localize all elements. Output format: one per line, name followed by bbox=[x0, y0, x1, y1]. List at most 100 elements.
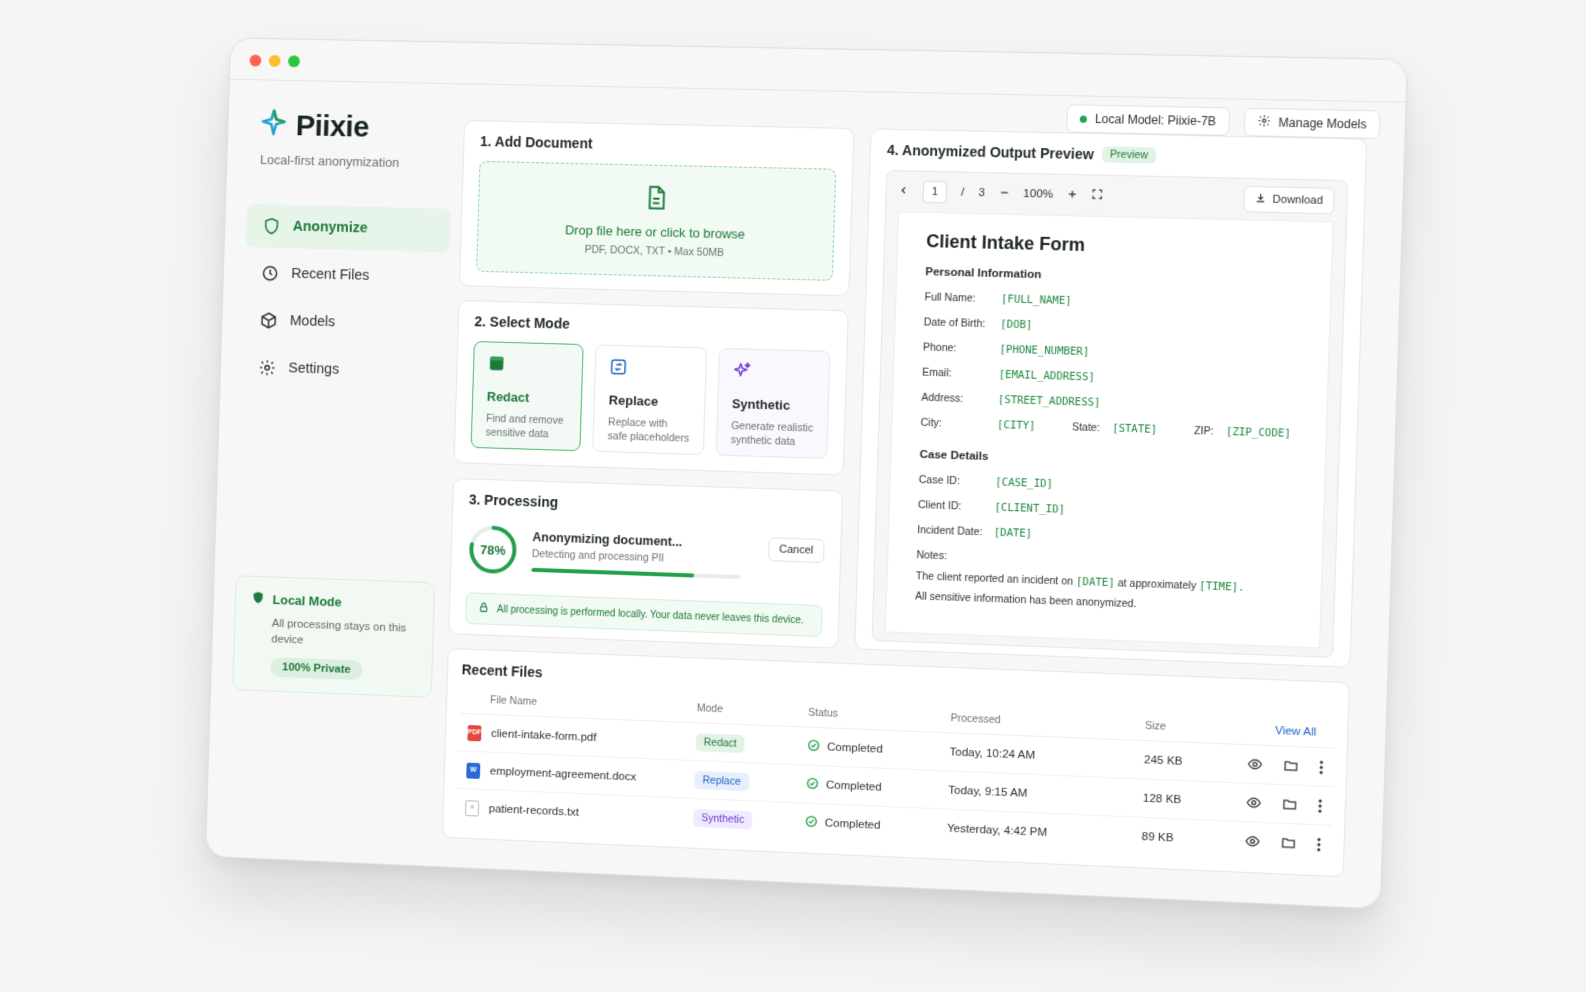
field-label: Incident Date: bbox=[917, 523, 983, 538]
cancel-button[interactable]: Cancel bbox=[767, 537, 825, 564]
status-text: Completed bbox=[825, 778, 882, 794]
download-label: Download bbox=[1272, 193, 1324, 207]
file-document-icon bbox=[642, 183, 669, 216]
mode-redact-option[interactable]: Redact Find and remove sensitive data bbox=[470, 341, 585, 452]
field-label: Full Name: bbox=[924, 290, 976, 305]
mode-name: Synthetic bbox=[731, 396, 791, 413]
eye-icon[interactable] bbox=[1246, 795, 1262, 811]
sidebar-item-models[interactable]: Models bbox=[243, 298, 448, 347]
progress-ring: 78% bbox=[467, 523, 519, 576]
document-title: Client Intake Form bbox=[925, 231, 1086, 256]
sidebar-item-label: Models bbox=[289, 313, 336, 331]
field-placeholder: [STATE] bbox=[1111, 421, 1158, 436]
mode-description: Replace with safe placeholders bbox=[607, 416, 690, 445]
minimize-window-button[interactable] bbox=[268, 54, 281, 67]
mode-name: Redact bbox=[486, 388, 530, 406]
mode-tag: Synthetic bbox=[693, 808, 753, 830]
progress-bar bbox=[531, 567, 741, 580]
folder-icon[interactable] bbox=[1281, 835, 1297, 851]
recent-files-title: Recent Files bbox=[461, 661, 543, 681]
brand-tagline: Local-first anonymization bbox=[259, 152, 400, 170]
sidebar-item-label: Anonymize bbox=[292, 218, 368, 237]
cube-icon bbox=[259, 310, 279, 330]
check-circle-icon bbox=[805, 814, 818, 831]
sidebar-item-anonymize[interactable]: Anonymize bbox=[245, 203, 451, 253]
field-placeholder: [DATE] bbox=[993, 526, 1033, 540]
zoom-out-icon[interactable] bbox=[999, 187, 1010, 200]
file-name: patient-records.txt bbox=[488, 802, 580, 819]
gear-icon bbox=[257, 358, 277, 378]
view-all-link[interactable]: View All bbox=[1275, 725, 1317, 739]
mode-synthetic-option[interactable]: Synthetic Generate realistic synthetic d… bbox=[715, 347, 831, 460]
local-processing-note: All processing is performed locally. You… bbox=[465, 592, 823, 638]
mode-options: Redact Find and remove sensitive data Re… bbox=[470, 341, 831, 460]
check-circle-icon bbox=[806, 776, 819, 793]
text-file-icon: ≡ bbox=[465, 799, 480, 817]
download-button[interactable]: Download bbox=[1243, 185, 1335, 215]
dropzone-formats: PDF, DOCX, TXT • Max 50MB bbox=[584, 243, 725, 260]
field-placeholder: [EMAIL_ADDRESS] bbox=[998, 368, 1096, 384]
more-vertical-icon[interactable] bbox=[1318, 798, 1323, 813]
processing-title: 3. Processing bbox=[468, 491, 559, 511]
replace-icon bbox=[610, 363, 628, 380]
model-status-pill[interactable]: Local Model: Piixie-7B bbox=[1066, 104, 1230, 136]
sidebar-item-label: Recent Files bbox=[291, 266, 370, 284]
field-placeholder: [PHONE_NUMBER] bbox=[999, 343, 1090, 358]
folder-icon[interactable] bbox=[1283, 758, 1299, 774]
preview-title: 4. Anonymized Output Preview bbox=[886, 141, 1095, 163]
local-mode-text: All processing stays on this device bbox=[271, 617, 407, 647]
mode-replace-option[interactable]: Replace Replace with safe placeholders bbox=[592, 344, 707, 456]
maximize-window-button[interactable] bbox=[288, 55, 300, 68]
lock-icon bbox=[478, 602, 489, 616]
sidebar: Piixie Local-first anonymization Anonymi… bbox=[228, 108, 454, 846]
manage-models-button[interactable]: Manage Models bbox=[1243, 107, 1381, 139]
pdf-file-icon: PDF bbox=[467, 724, 482, 741]
manage-models-label: Manage Models bbox=[1278, 115, 1367, 132]
field-label: State: bbox=[1071, 420, 1101, 434]
field-placeholder: [CLIENT_ID] bbox=[994, 500, 1066, 516]
zoom-level: 100% bbox=[1023, 188, 1054, 201]
file-name: client-intake-form.pdf bbox=[490, 727, 597, 744]
page-number-input[interactable]: 1 bbox=[922, 180, 948, 204]
preview-badge: Preview bbox=[1101, 146, 1157, 164]
shield-icon bbox=[262, 216, 282, 236]
mode-description: Generate realistic synthetic data bbox=[730, 420, 814, 449]
field-label: Notes: bbox=[916, 548, 948, 562]
page-separator: / bbox=[960, 186, 965, 199]
download-icon bbox=[1255, 192, 1267, 206]
private-badge: 100% Private bbox=[270, 657, 363, 681]
mode-tag: Redact bbox=[695, 732, 745, 753]
brand: Piixie bbox=[259, 108, 454, 147]
sidebar-item-settings[interactable]: Settings bbox=[241, 345, 446, 394]
sidebar-item-label: Settings bbox=[288, 360, 340, 378]
notes-fragment: at approximately bbox=[1117, 577, 1197, 593]
file-dropzone[interactable]: Drop file here or click to browse PDF, D… bbox=[476, 160, 837, 281]
folder-icon[interactable] bbox=[1282, 796, 1298, 812]
file-size: 128 KB bbox=[1132, 778, 1222, 821]
local-mode-card: Local Mode All processing stays on this … bbox=[232, 574, 436, 698]
sparkle-logo-icon bbox=[259, 108, 289, 143]
mode-tag: Replace bbox=[694, 770, 750, 791]
field-label: Client ID: bbox=[917, 498, 962, 512]
select-mode-card: 2. Select Mode Redact Find and remove se… bbox=[453, 299, 849, 476]
zoom-in-icon[interactable] bbox=[1067, 188, 1078, 201]
field-label: Case ID: bbox=[918, 473, 961, 487]
brand-name: Piixie bbox=[295, 109, 370, 144]
shield-filled-icon bbox=[251, 590, 265, 607]
sidebar-item-recent-files[interactable]: Recent Files bbox=[244, 251, 449, 300]
section-heading: Personal Information bbox=[925, 266, 1042, 282]
chevron-left-icon[interactable] bbox=[899, 185, 909, 198]
column-header: Size bbox=[1134, 711, 1224, 744]
fullscreen-icon[interactable] bbox=[1091, 189, 1103, 203]
local-mode-title: Local Mode bbox=[272, 592, 342, 610]
more-vertical-icon[interactable] bbox=[1319, 760, 1324, 774]
processed-time: Yesterday, 4:42 PM bbox=[946, 822, 1048, 839]
more-vertical-icon[interactable] bbox=[1317, 837, 1322, 852]
processing-substatus: Detecting and processing PII bbox=[531, 547, 665, 565]
notes-fragment: All sensitive information has been anony… bbox=[914, 590, 1137, 611]
eye-icon[interactable] bbox=[1247, 756, 1263, 772]
eye-icon[interactable] bbox=[1245, 834, 1261, 850]
file-size: 245 KB bbox=[1133, 740, 1223, 783]
sidebar-nav: Anonymize Recent Files Models Settings bbox=[241, 203, 451, 395]
close-window-button[interactable] bbox=[249, 54, 262, 67]
